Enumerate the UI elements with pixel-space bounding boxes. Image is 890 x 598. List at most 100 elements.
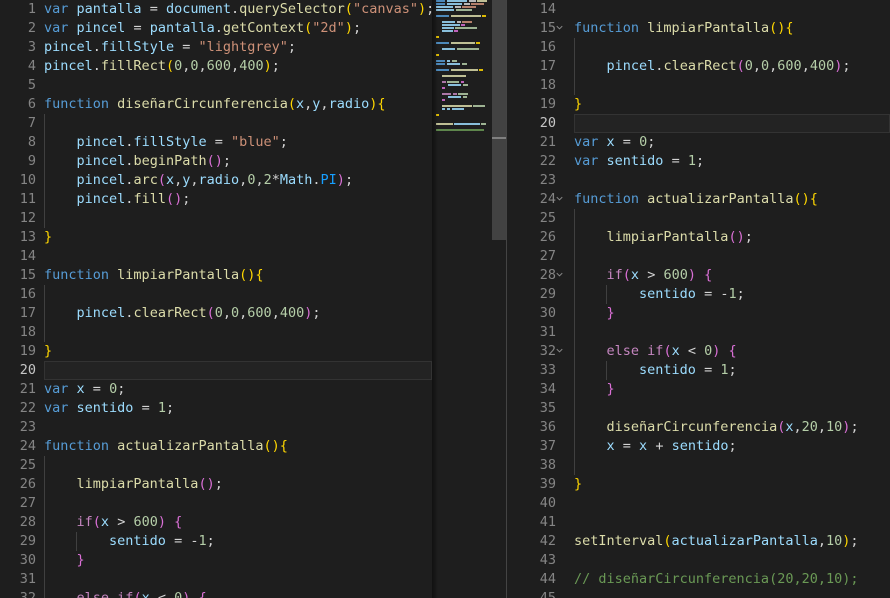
code-line[interactable]: 16 xyxy=(0,285,432,304)
code-line[interactable]: 8 pincel.fillStyle = "blue"; xyxy=(0,133,432,152)
code-line[interactable]: 16 xyxy=(507,38,890,57)
code-line[interactable]: 10 pincel.arc(x,y,radio,0,2*Math.PI); xyxy=(0,171,432,190)
indent-guide xyxy=(574,399,575,418)
code-line[interactable]: 38 xyxy=(507,456,890,475)
line-number: 15 xyxy=(19,267,36,283)
minimap-token xyxy=(453,93,457,95)
code-line[interactable]: 45 xyxy=(507,589,890,598)
indent-guide xyxy=(44,494,45,513)
code-line[interactable]: 18 xyxy=(0,323,432,342)
code-line[interactable]: 27 xyxy=(507,247,890,266)
line-number: 22 xyxy=(19,400,36,416)
code-text: } xyxy=(606,305,615,321)
minimap[interactable] xyxy=(434,0,490,598)
code-line[interactable]: 15 function limpiarPantalla(){ xyxy=(507,19,890,38)
line-number: 24 xyxy=(539,191,556,207)
code-line[interactable]: 17 pincel.clearRect(0,0,600,400); xyxy=(507,57,890,76)
vertical-scrollbar-thumb[interactable] xyxy=(492,0,506,240)
minimap-token xyxy=(436,6,453,8)
right-editor-pane[interactable]: 14 15 function limpiarPantalla(){16 17 pinc… xyxy=(507,0,890,598)
code-line[interactable]: 35 xyxy=(507,399,890,418)
code-line[interactable]: 22 var sentido = 1; xyxy=(0,399,432,418)
line-number: 1 xyxy=(27,1,36,17)
code-line[interactable]: 42 setInterval(actualizarPantalla,10); xyxy=(507,532,890,551)
code-line[interactable]: 40 xyxy=(507,494,890,513)
code-line[interactable]: 25 xyxy=(0,456,432,475)
code-line[interactable]: 7 xyxy=(0,114,432,133)
line-number: 31 xyxy=(19,571,36,587)
code-line[interactable]: 4 pincel.fillRect(0,0,600,400); xyxy=(0,57,432,76)
code-line[interactable]: 25 xyxy=(507,209,890,228)
left-editor-pane[interactable]: 1 var pantalla = document.querySelector("… xyxy=(0,0,432,598)
code-line[interactable]: 23 xyxy=(507,171,890,190)
minimap-token xyxy=(447,0,467,2)
code-line[interactable]: 43 xyxy=(507,551,890,570)
code-line[interactable]: 39} xyxy=(507,475,890,494)
code-line[interactable]: 19} xyxy=(507,95,890,114)
code-line[interactable]: 28 if(x > 600) { xyxy=(0,513,432,532)
code-line[interactable]: 12 xyxy=(0,209,432,228)
line-number: 32 xyxy=(539,343,556,359)
code-line[interactable]: 32 else if(x < 0) { xyxy=(0,589,432,598)
code-line[interactable]: 41 xyxy=(507,513,890,532)
code-line[interactable]: 18 xyxy=(507,76,890,95)
code-line[interactable]: 30 } xyxy=(507,304,890,323)
code-line[interactable]: 6 function diseñarCircunferencia(x,y,radi… xyxy=(0,95,432,114)
fold-chevron-down-icon[interactable] xyxy=(552,342,566,361)
minimap-token xyxy=(463,84,468,86)
code-line[interactable]: 23 xyxy=(0,418,432,437)
code-text: var sentido = 1; xyxy=(44,400,175,416)
code-text: var x = 0; xyxy=(574,134,656,150)
code-line[interactable]: 27 xyxy=(0,494,432,513)
code-line[interactable]: 9 pincel.beginPath(); xyxy=(0,152,432,171)
code-line[interactable]: 31 xyxy=(0,570,432,589)
minimap-token xyxy=(442,99,445,101)
code-text: limpiarPantalla(); xyxy=(606,229,753,245)
code-line[interactable]: 24 function actualizarPantalla(){ xyxy=(0,437,432,456)
fold-chevron-down-icon[interactable] xyxy=(552,19,566,38)
line-number: 15 xyxy=(539,20,556,36)
code-line[interactable]: 11 pincel.fill(); xyxy=(0,190,432,209)
line-number: 17 xyxy=(19,305,36,321)
code-line[interactable]: 2 var pincel = pantalla.getContext("2d"); xyxy=(0,19,432,38)
code-line[interactable]: 28 if(x > 600) { xyxy=(507,266,890,285)
minimap-token xyxy=(442,24,460,26)
code-line[interactable]: 30 } xyxy=(0,551,432,570)
fold-chevron-down-icon[interactable] xyxy=(552,190,566,209)
code-line[interactable]: 21 var x = 0; xyxy=(0,380,432,399)
code-line[interactable]: 31 xyxy=(507,323,890,342)
code-line[interactable]: 3 pincel.fillStyle = "lightgrey"; xyxy=(0,38,432,57)
code-line[interactable]: 32 else if(x < 0) { xyxy=(507,342,890,361)
code-line[interactable]: 26 limpiarPantalla(); xyxy=(0,475,432,494)
code-line[interactable]: 44 // diseñarCircunferencia(20,20,10); xyxy=(507,570,890,589)
code-line[interactable]: 15 function limpiarPantalla(){ xyxy=(0,266,432,285)
code-line[interactable]: 17 pincel.clearRect(0,0,600,400); xyxy=(0,304,432,323)
minimap-token xyxy=(476,42,480,44)
code-text: var x = 0; xyxy=(44,381,126,397)
code-line[interactable]: 37 x = x + sentido; xyxy=(507,437,890,456)
code-line[interactable]: 20 xyxy=(507,114,890,133)
code-line[interactable]: 14 xyxy=(507,0,890,19)
code-line[interactable]: 29 sentido = -1; xyxy=(507,285,890,304)
line-number: 26 xyxy=(19,476,36,492)
fold-chevron-down-icon[interactable] xyxy=(552,266,566,285)
code-line[interactable]: 14 xyxy=(0,247,432,266)
minimap-token xyxy=(442,48,455,50)
code-line[interactable]: 20 xyxy=(0,361,432,380)
code-line[interactable]: 21 var x = 0; xyxy=(507,133,890,152)
code-line[interactable]: 24 function actualizarPantalla(){ xyxy=(507,190,890,209)
code-line[interactable]: 36 diseñarCircunferencia(x,20,10); xyxy=(507,418,890,437)
code-line[interactable]: 5 xyxy=(0,76,432,95)
line-number: 34 xyxy=(539,381,556,397)
line-number: 45 xyxy=(539,590,556,598)
line-number: 32 xyxy=(19,590,36,598)
code-line[interactable]: 33 sentido = 1; xyxy=(507,361,890,380)
vertical-scrollbar[interactable] xyxy=(492,0,506,598)
code-line[interactable]: 19} xyxy=(0,342,432,361)
code-line[interactable]: 34 } xyxy=(507,380,890,399)
code-line[interactable]: 29 sentido = -1; xyxy=(0,532,432,551)
code-line[interactable]: 13} xyxy=(0,228,432,247)
code-line[interactable]: 22 var sentido = 1; xyxy=(507,152,890,171)
code-line[interactable]: 26 limpiarPantalla(); xyxy=(507,228,890,247)
code-line[interactable]: 1 var pantalla = document.querySelector("… xyxy=(0,0,432,19)
